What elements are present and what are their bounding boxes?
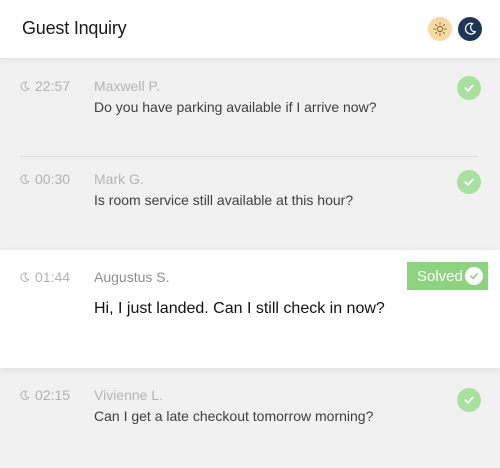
- inquiry-message: Do you have parking available if I arriv…: [94, 99, 377, 115]
- moon-icon: [464, 22, 477, 35]
- solved-check-icon: [457, 170, 481, 194]
- inquiry-row[interactable]: 22:57 Maxwell P. Do you have parking ava…: [0, 58, 500, 156]
- header-bar: Guest Inquiry: [0, 0, 500, 58]
- moon-icon: [20, 390, 30, 400]
- inquiry-message: Can I get a late checkout tomorrow morni…: [94, 408, 374, 424]
- light-mode-button[interactable]: [428, 17, 452, 41]
- solved-check-icon: [457, 76, 481, 100]
- check-icon: [465, 267, 483, 285]
- inquiry-message: Hi, I just landed. Can I still check in …: [94, 300, 385, 317]
- inquiry-message: Is room service still available at this …: [94, 192, 354, 208]
- guest-name: Mark G.: [94, 171, 144, 187]
- solved-check-icon: [457, 388, 481, 412]
- inquiry-time: 01:44: [35, 269, 71, 285]
- inquiry-row-selected[interactable]: 01:44 Augustus S. Hi, I just landed. Can…: [0, 250, 500, 368]
- inquiry-row[interactable]: 00:30 Mark G. Is room service still avai…: [0, 157, 500, 250]
- moon-icon: [20, 81, 30, 91]
- solved-badge[interactable]: Solved: [407, 262, 488, 290]
- page-title: Guest Inquiry: [22, 18, 127, 38]
- dark-mode-button[interactable]: [458, 17, 482, 41]
- guest-name: Augustus S.: [94, 269, 170, 285]
- inquiry-time: 00:30: [35, 171, 71, 187]
- moon-icon: [20, 272, 30, 282]
- inquiry-time: 22:57: [35, 78, 71, 94]
- guest-name: Maxwell P.: [94, 78, 160, 94]
- sun-icon: [433, 22, 447, 36]
- guest-name: Vivienne L.: [94, 387, 164, 403]
- solved-badge-label: Solved: [417, 267, 463, 285]
- inquiry-time: 02:15: [35, 387, 71, 403]
- inquiry-row[interactable]: 02:15 Vivienne L. Can I get a late check…: [0, 368, 500, 468]
- moon-icon: [20, 174, 30, 184]
